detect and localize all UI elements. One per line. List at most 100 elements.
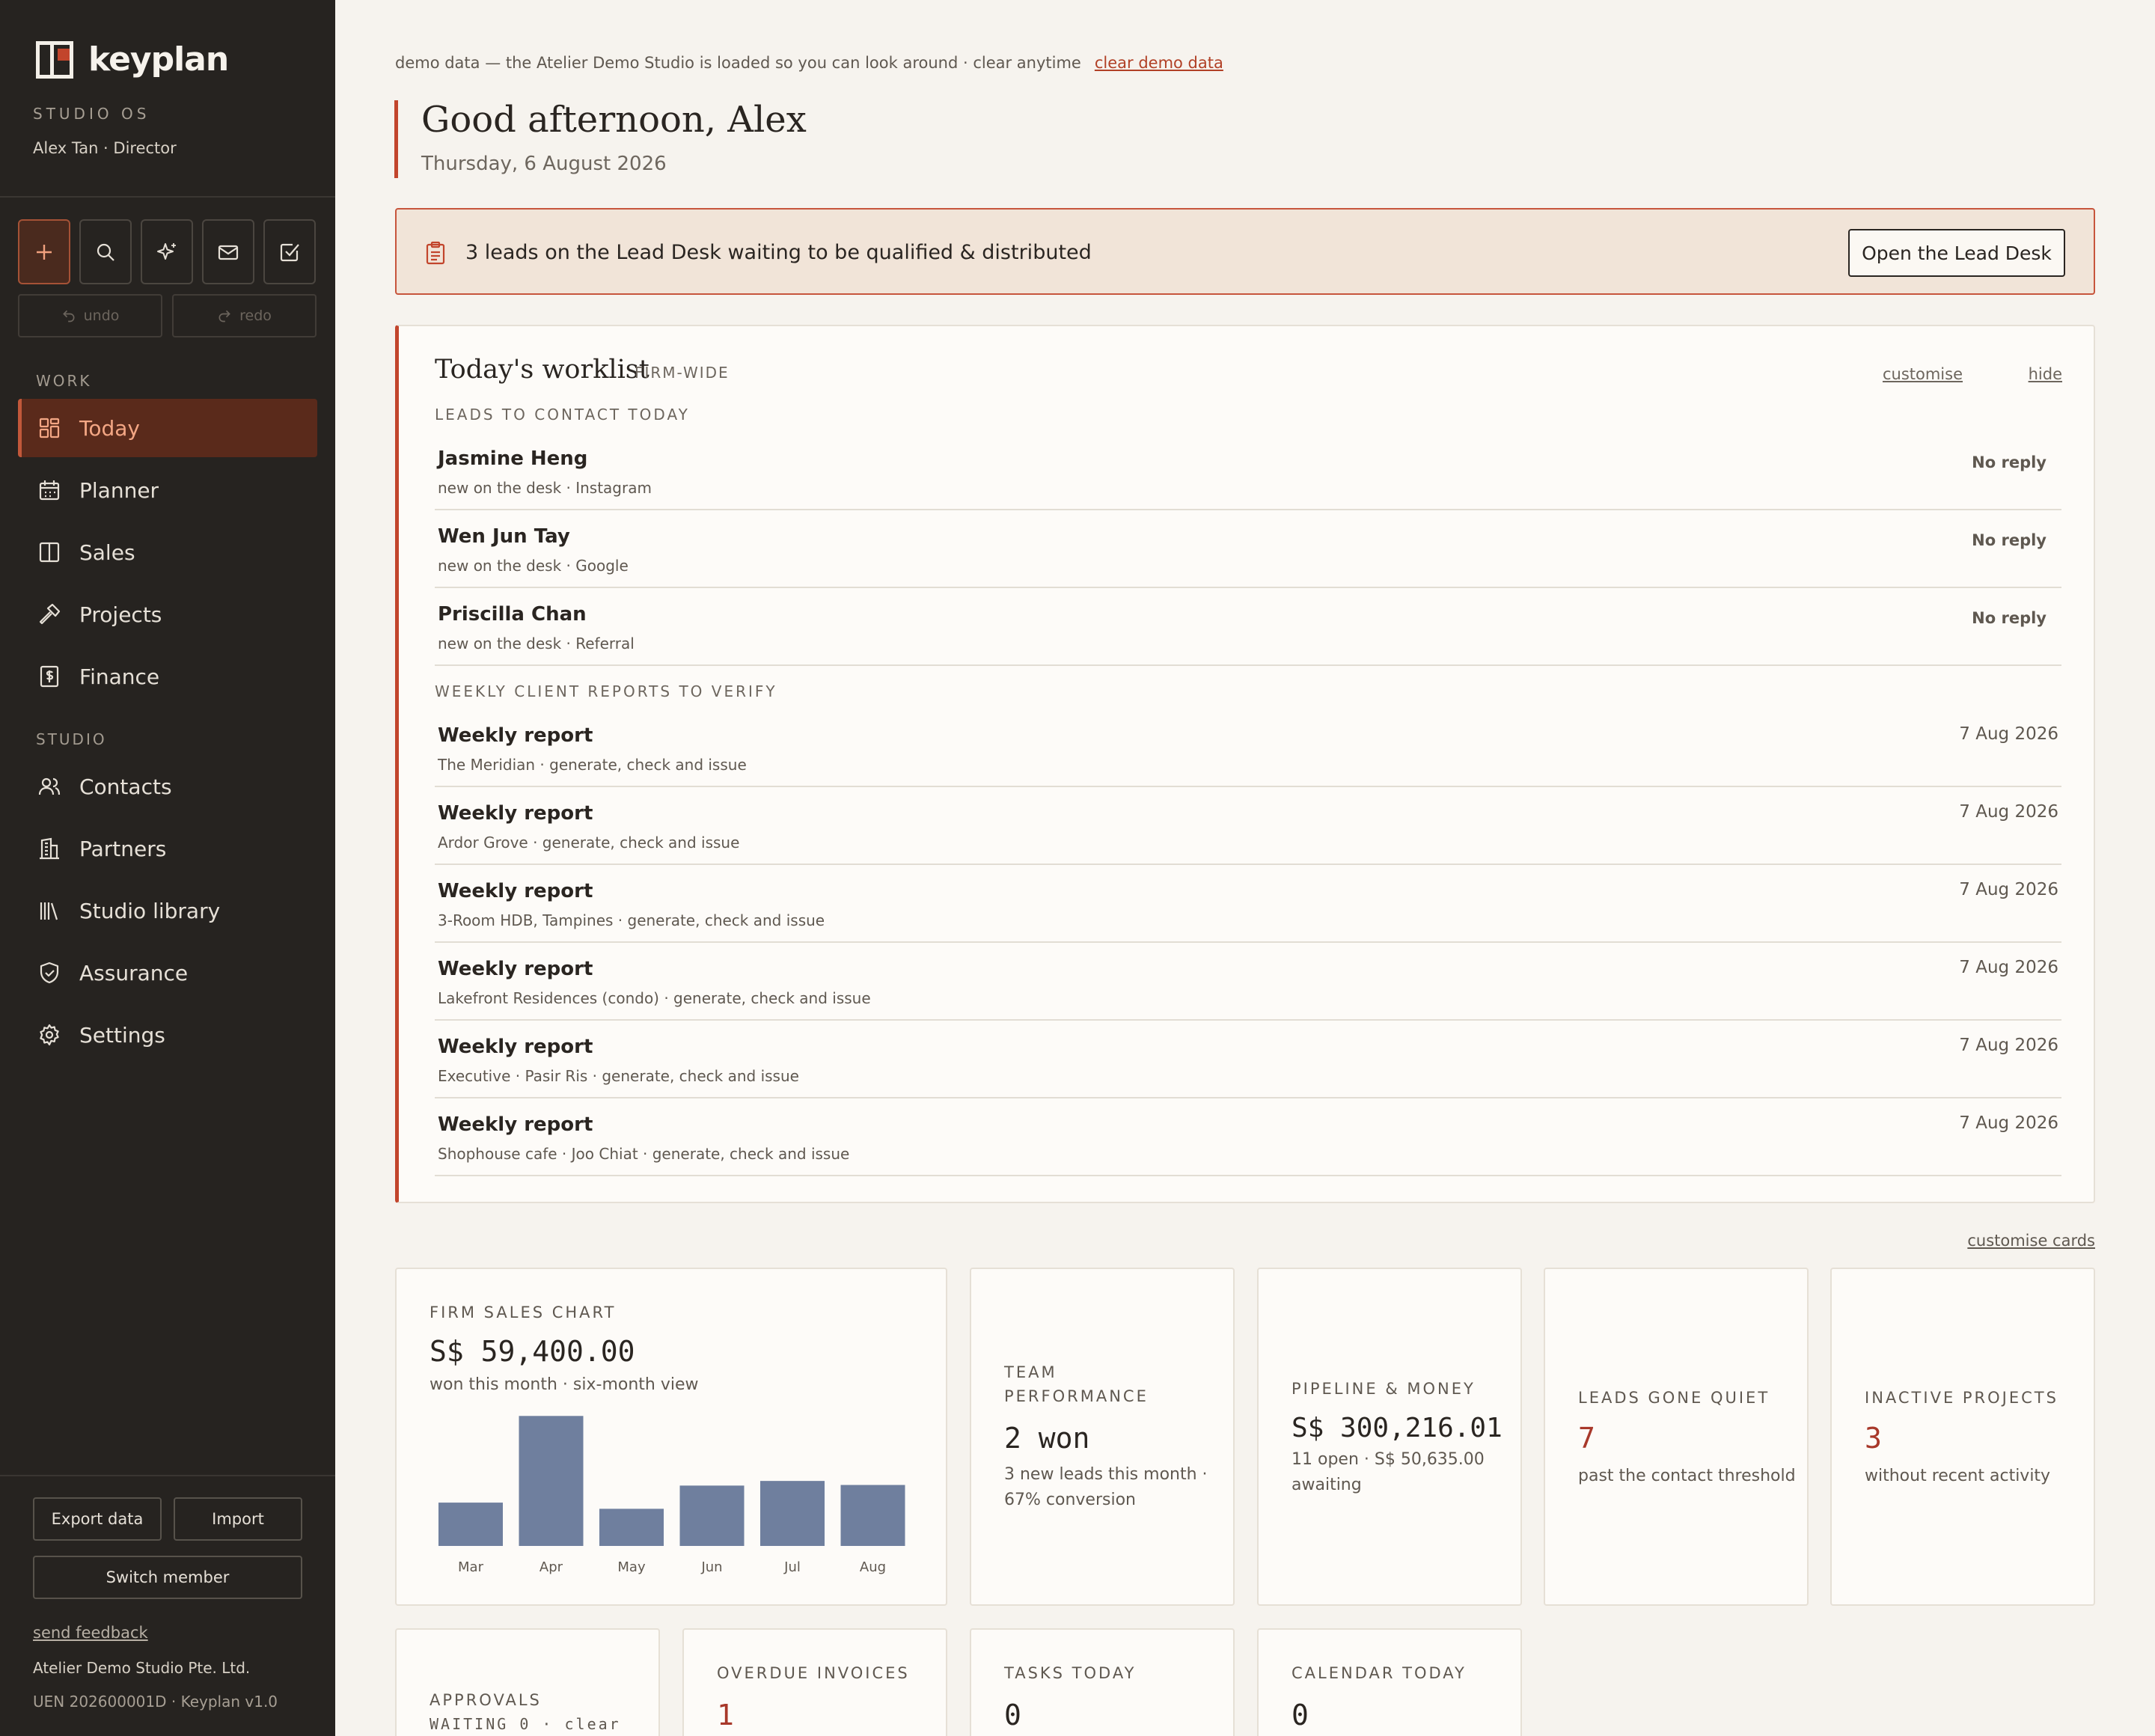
calendar-today-card[interactable]: CALENDAR TODAY 0 — [1257, 1628, 1522, 1736]
clipboard-icon — [426, 241, 445, 265]
ai-button[interactable] — [141, 219, 193, 284]
export-data-button[interactable]: Export data — [33, 1497, 162, 1541]
chart-bar-apr — [519, 1416, 584, 1546]
building-icon — [40, 837, 59, 860]
tasks-button[interactable] — [263, 219, 316, 284]
nav-item-projects[interactable]: Projects — [18, 585, 317, 644]
pipeline-money-card[interactable]: PIPELINE & MONEY S$ 300,216.01 11 open ·… — [1257, 1268, 1522, 1606]
card-subtext-line1: 11 open · S$ 50,635.00 — [1292, 1450, 1485, 1469]
redo-label: redo — [239, 308, 272, 324]
demo-notice: demo data — the Atelier Demo Studio is l… — [395, 54, 1223, 72]
nav-item-today[interactable]: Today — [18, 399, 317, 457]
firm-sales-card[interactable]: FIRM SALES CHART S$ 59,400.00 won this m… — [395, 1268, 947, 1606]
nav-item-planner[interactable]: Planner — [18, 461, 317, 519]
logo[interactable]: keyplan — [36, 40, 229, 79]
report-title: Weekly report — [438, 880, 593, 902]
send-feedback-link[interactable]: send feedback — [33, 1624, 148, 1642]
customise-cards-link[interactable]: customise cards — [1967, 1232, 2095, 1250]
lead-row[interactable]: Priscilla Chan new on the desk · Referra… — [435, 588, 2061, 666]
undo-button[interactable]: undo — [18, 294, 162, 337]
card-subtext: without recent activity — [1865, 1467, 2051, 1485]
open-lead-desk-button[interactable]: Open the Lead Desk — [1848, 229, 2065, 277]
studio-section-label: STUDIO — [36, 730, 107, 748]
card-label: TASKS TODAY — [1004, 1664, 1137, 1682]
lead-row[interactable]: Wen Jun Tay new on the desk · Google No … — [435, 510, 2061, 588]
nav-item-sales[interactable]: Sales — [18, 523, 317, 581]
sparkle-icon — [157, 242, 176, 260]
card-subtext-line2: 67% conversion — [1004, 1491, 1136, 1509]
lead-desk-banner: 3 leads on the Lead Desk waiting to be q… — [395, 208, 2095, 295]
sales-bar-chart: Mar Apr May Jun Jul Aug — [438, 1416, 905, 1575]
nav-label: Assurance — [79, 960, 189, 985]
report-project: Shophouse cafe · Joo Chiat · generate, c… — [438, 1145, 850, 1163]
customise-worklist-link[interactable]: customise — [1883, 365, 1963, 383]
leads-section-heading: LEADS TO CONTACT TODAY — [435, 406, 690, 424]
card-value: S$ 300,216.01 — [1292, 1413, 1503, 1443]
nav-label: Partners — [79, 836, 167, 861]
card-label-line1: TEAM — [1004, 1363, 1057, 1381]
nav-label: Planner — [79, 477, 159, 503]
import-button[interactable]: Import — [174, 1497, 302, 1541]
nav-label: Projects — [79, 602, 162, 627]
report-row[interactable]: Weekly report Ardor Grove · generate, ch… — [435, 787, 2061, 865]
inactive-projects-card[interactable]: INACTIVE PROJECTS 3 without recent activ… — [1830, 1268, 2095, 1606]
team-performance-card[interactable]: TEAM PERFORMANCE 2 won 3 new leads this … — [970, 1268, 1235, 1606]
switch-member-button[interactable]: Switch member — [33, 1556, 302, 1599]
search-button[interactable] — [79, 219, 132, 284]
leads-gone-quiet-card[interactable]: LEADS GONE QUIET 7 past the contact thre… — [1544, 1268, 1809, 1606]
card-subtext-line1: 3 new leads this month · — [1004, 1465, 1208, 1484]
approvals-waiting-card[interactable]: APPROVALS WAITING 0 · clear — [395, 1628, 660, 1736]
nav-item-studio-library[interactable]: Studio library — [18, 881, 317, 940]
card-value: 1 — [717, 1699, 734, 1732]
lead-source: new on the desk · Referral — [438, 635, 635, 652]
chart-bar-jul — [760, 1481, 825, 1546]
report-title: Weekly report — [438, 1113, 593, 1136]
card-label: OVERDUE INVOICES — [717, 1664, 910, 1682]
mail-button[interactable] — [202, 219, 254, 284]
library-icon — [40, 902, 58, 920]
add-button[interactable] — [18, 219, 70, 284]
product-label: STUDIO OS — [33, 105, 150, 123]
report-row[interactable]: Weekly report Shophouse cafe · Joo Chiat… — [435, 1098, 2061, 1176]
chart-tick-label: Jul — [783, 1559, 801, 1575]
report-title: Weekly report — [438, 802, 593, 825]
report-row[interactable]: Weekly report The Meridian · generate, c… — [435, 709, 2061, 787]
hide-worklist-link[interactable]: hide — [2029, 365, 2062, 383]
card-value: 0 — [1004, 1699, 1021, 1732]
nav-item-partners[interactable]: Partners — [18, 819, 317, 878]
report-title: Weekly report — [438, 724, 593, 747]
lead-name: Jasmine Heng — [438, 447, 588, 470]
overdue-invoices-card[interactable]: OVERDUE INVOICES 1 — [682, 1628, 947, 1736]
report-row[interactable]: Weekly report Lakefront Residences (cond… — [435, 943, 2061, 1021]
clear-demo-data-link[interactable]: clear demo data — [1095, 54, 1223, 72]
report-row[interactable]: Weekly report 3-Room HDB, Tampines · gen… — [435, 865, 2061, 943]
tasks-today-card[interactable]: TASKS TODAY 0 — [970, 1628, 1235, 1736]
company-uen: UEN 202600001D · Keyplan v1.0 — [33, 1693, 278, 1711]
nav-item-assurance[interactable]: Assurance — [18, 944, 317, 1002]
nav-label: Contacts — [79, 774, 172, 799]
card-subtext-line2: awaiting — [1292, 1476, 1362, 1494]
reports-section-heading: WEEKLY CLIENT REPORTS TO VERIFY — [435, 682, 777, 700]
nav-item-finance[interactable]: Finance — [18, 647, 317, 706]
report-due-date: 7 Aug 2026 — [1959, 880, 2058, 899]
report-project: 3-Room HDB, Tampines · generate, check a… — [438, 911, 825, 929]
lead-source: new on the desk · Instagram — [438, 479, 652, 497]
current-date: Thursday, 6 August 2026 — [421, 153, 667, 175]
todays-worklist: Today's worklist FIRM-WIDE customise hid… — [395, 325, 2095, 1203]
chart-bar-may — [599, 1509, 664, 1546]
undo-label: undo — [83, 308, 120, 324]
lead-desk-message: 3 leads on the Lead Desk waiting to be q… — [465, 241, 1092, 264]
calendar-icon — [39, 480, 60, 501]
checkbox-icon — [280, 243, 299, 261]
report-row[interactable]: Weekly report Executive · Pasir Ris · ge… — [435, 1021, 2061, 1098]
lead-row[interactable]: Jasmine Heng new on the desk · Instagram… — [435, 433, 2061, 510]
work-section-label: WORK — [36, 372, 92, 390]
report-project: The Meridian · generate, check and issue — [438, 756, 747, 774]
redo-button[interactable]: redo — [172, 294, 317, 337]
card-label-line1: APPROVALS — [430, 1691, 542, 1709]
chart-tick-label: Aug — [860, 1559, 886, 1575]
nav-item-settings[interactable]: Settings — [18, 1006, 317, 1064]
mail-icon — [218, 245, 239, 260]
nav-item-contacts[interactable]: Contacts — [18, 757, 317, 816]
card-label-line2: PERFORMANCE — [1004, 1387, 1149, 1405]
